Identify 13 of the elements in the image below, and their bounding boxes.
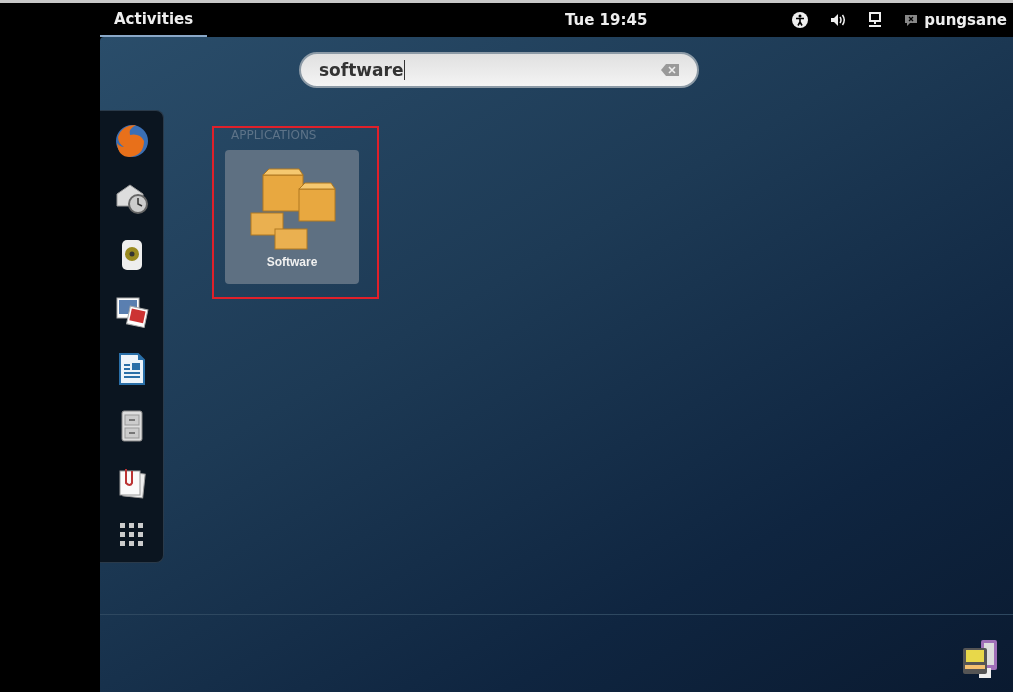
accessibility-icon[interactable] [792,12,809,28]
chat-status-icon[interactable] [904,14,919,26]
section-heading: APPLICATIONS [231,128,318,142]
app-grid-icon[interactable] [118,522,145,548]
user-menu[interactable]: pungsane [924,11,1007,29]
photos-icon[interactable] [113,294,150,330]
boxes-icon [247,165,337,251]
clock-text[interactable]: Tue 19:45 [564,11,648,29]
network-icon[interactable] [868,12,883,28]
app-tile[interactable]: Software [225,150,359,284]
globe-fox-icon[interactable] [113,123,150,159]
search-field[interactable]: software [299,52,699,88]
volume-icon[interactable] [830,13,847,27]
